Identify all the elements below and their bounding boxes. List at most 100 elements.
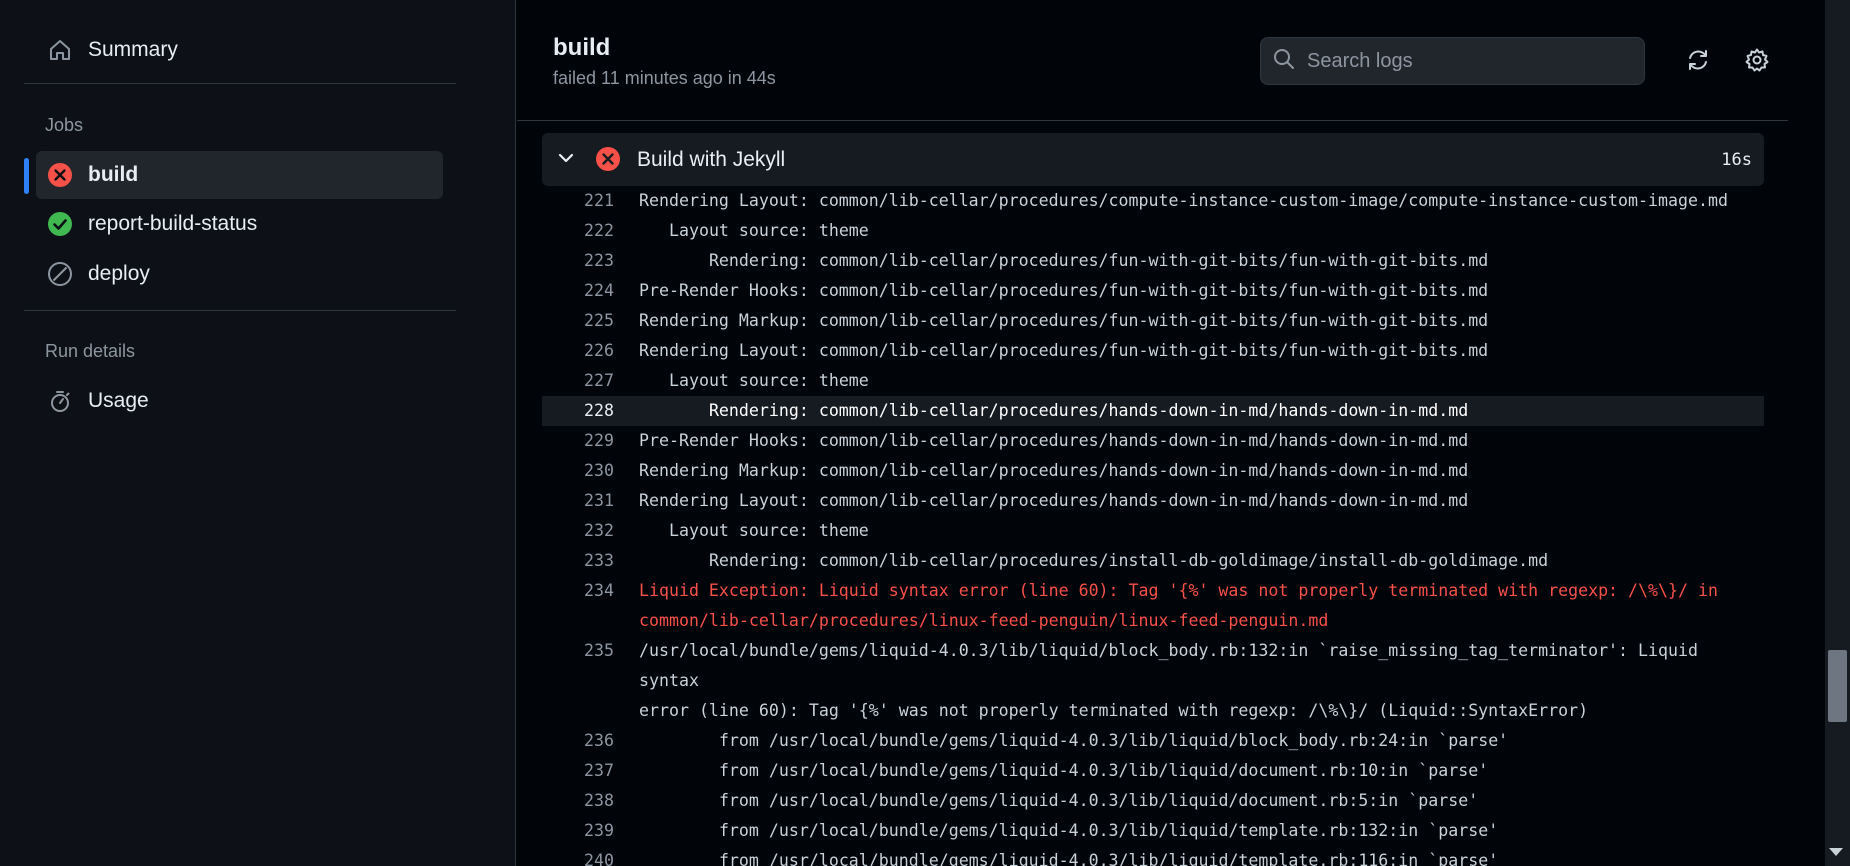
scrollbar-thumb[interactable] xyxy=(1828,650,1847,722)
home-icon xyxy=(46,36,74,64)
scrollbar-track[interactable] xyxy=(1825,0,1850,866)
log-line[interactable]: 240 from /usr/local/bundle/gems/liquid-4… xyxy=(542,846,1764,866)
log-line-number[interactable]: 223 xyxy=(542,246,614,276)
success-check-icon xyxy=(46,210,74,238)
header-divider xyxy=(517,120,1788,121)
log-line-text: from /usr/local/bundle/gems/liquid-4.0.3… xyxy=(639,821,1499,840)
log-line-number[interactable]: 236 xyxy=(542,726,614,756)
sidebar-item-label: Usage xyxy=(88,389,149,412)
log-line-number[interactable]: 225 xyxy=(542,306,614,336)
stopwatch-icon xyxy=(46,387,74,415)
log-line-number[interactable]: 230 xyxy=(542,456,614,486)
log-line-text: Rendering Markup: common/lib-cellar/proc… xyxy=(639,461,1469,480)
sidebar-item-report-build-status[interactable]: report-build-status xyxy=(36,200,443,248)
log-line-text: Rendering: common/lib-cellar/procedures/… xyxy=(639,251,1489,270)
log-line-text: Rendering Markup: common/lib-cellar/proc… xyxy=(639,311,1489,330)
log-line[interactable]: 237 from /usr/local/bundle/gems/liquid-4… xyxy=(542,756,1764,786)
log-line[interactable]: 230 Rendering Markup: common/lib-cellar/p… xyxy=(542,456,1764,486)
sidebar: Summary Jobs build report-build-status d… xyxy=(0,0,516,866)
sidebar-item-build[interactable]: build xyxy=(36,151,443,199)
log-line[interactable]: 221 Rendering Layout: common/lib-cellar/p… xyxy=(542,186,1764,216)
page-scrollbar[interactable] xyxy=(1789,0,1850,866)
step-duration: 16s xyxy=(1721,149,1752,170)
search-logs-box[interactable] xyxy=(1260,37,1645,85)
log-line-text: /usr/local/bundle/gems/liquid-4.0.3/lib/… xyxy=(639,641,1698,720)
log-line[interactable]: 239 from /usr/local/bundle/gems/liquid-4… xyxy=(542,816,1764,846)
active-indicator xyxy=(24,158,29,194)
log-line[interactable]: 224 Pre-Render Hooks: common/lib-cellar/p… xyxy=(542,276,1764,306)
log-line-number[interactable]: 237 xyxy=(542,756,614,786)
log-line-text: from /usr/local/bundle/gems/liquid-4.0.3… xyxy=(639,731,1509,750)
failed-x-icon xyxy=(46,161,74,189)
scroll-down-arrow-icon[interactable] xyxy=(1829,848,1843,856)
log-line-text: from /usr/local/bundle/gems/liquid-4.0.3… xyxy=(639,791,1479,810)
log-line-number[interactable]: 238 xyxy=(542,786,614,816)
search-logs-input[interactable] xyxy=(1305,48,1629,74)
log-line[interactable]: 238 from /usr/local/bundle/gems/liquid-4… xyxy=(542,786,1764,816)
job-log-panel: build failed 11 minutes ago in 44s Build… xyxy=(517,0,1788,866)
step-header-build-with-jekyll[interactable]: Build with Jekyll 16s xyxy=(542,133,1764,186)
log-line-number[interactable]: 232 xyxy=(542,516,614,546)
log-line-text: Liquid Exception: Liquid syntax error (l… xyxy=(639,581,1718,630)
run-details-heading: Run details xyxy=(45,341,136,361)
log-line-text: Rendering Layout: common/lib-cellar/proc… xyxy=(639,191,1728,210)
log-line-text: Layout source: theme xyxy=(639,521,869,540)
log-line-text: Rendering Layout: common/lib-cellar/proc… xyxy=(639,491,1469,510)
log-line-number[interactable]: 226 xyxy=(542,336,614,366)
sidebar-item-summary[interactable]: Summary xyxy=(36,26,443,74)
sidebar-item-label: deploy xyxy=(88,262,150,285)
refresh-icon xyxy=(1685,47,1711,78)
log-line[interactable]: 222 Layout source: theme xyxy=(542,216,1764,246)
log-line-text: Pre-Render Hooks: common/lib-cellar/proc… xyxy=(639,431,1469,450)
log-line-text: from /usr/local/bundle/gems/liquid-4.0.3… xyxy=(639,761,1489,780)
log-line-number[interactable]: 221 xyxy=(542,186,614,216)
sidebar-item-label: report-build-status xyxy=(88,212,258,235)
skipped-icon xyxy=(46,260,74,288)
sidebar-divider xyxy=(24,310,456,311)
log-line[interactable]: 229 Pre-Render Hooks: common/lib-cellar/p… xyxy=(542,426,1764,456)
sidebar-item-deploy[interactable]: deploy xyxy=(36,250,443,298)
log-line-number[interactable]: 222 xyxy=(542,216,614,246)
log-line-text: Rendering Layout: common/lib-cellar/proc… xyxy=(639,341,1489,360)
chevron-down-icon[interactable] xyxy=(556,148,576,173)
log-rows: 221 Rendering Layout: common/lib-cellar/p… xyxy=(542,186,1764,866)
log-line-number[interactable]: 229 xyxy=(542,426,614,456)
log-line[interactable]: 228 Rendering: common/lib-cellar/procedu… xyxy=(542,396,1764,426)
sidebar-item-label: build xyxy=(88,163,139,186)
failed-x-icon xyxy=(595,146,621,177)
log-line-number[interactable]: 224 xyxy=(542,276,614,306)
log-line-number[interactable]: 235 xyxy=(542,636,614,726)
log-line-number[interactable]: 239 xyxy=(542,816,614,846)
log-line[interactable]: 233 Rendering: common/lib-cellar/procedu… xyxy=(542,546,1764,576)
log-line-number[interactable]: 227 xyxy=(542,366,614,396)
log-output: 221 Rendering Layout: common/lib-cellar/p… xyxy=(542,186,1764,866)
log-line-text: Pre-Render Hooks: common/lib-cellar/proc… xyxy=(639,281,1489,300)
job-title: build xyxy=(553,34,611,61)
sidebar-divider xyxy=(24,83,456,84)
log-line-text: Rendering: common/lib-cellar/procedures/… xyxy=(639,401,1469,420)
log-line-number[interactable]: 231 xyxy=(542,486,614,516)
log-line[interactable]: 236 from /usr/local/bundle/gems/liquid-4… xyxy=(542,726,1764,756)
log-line[interactable]: 227 Layout source: theme xyxy=(542,366,1764,396)
refresh-button[interactable] xyxy=(1680,44,1716,80)
log-line-number[interactable]: 228 xyxy=(542,396,614,426)
job-status-text: failed 11 minutes ago in 44s xyxy=(553,68,776,88)
log-line-text: Rendering: common/lib-cellar/procedures/… xyxy=(639,551,1549,570)
log-line[interactable]: 231 Rendering Layout: common/lib-cellar/p… xyxy=(542,486,1764,516)
log-line-number[interactable]: 240 xyxy=(542,846,614,866)
log-line[interactable]: 225 Rendering Markup: common/lib-cellar/p… xyxy=(542,306,1764,336)
log-line-number[interactable]: 233 xyxy=(542,546,614,576)
log-line[interactable]: 235/usr/local/bundle/gems/liquid-4.0.3/l… xyxy=(542,636,1764,726)
log-line-number[interactable]: 234 xyxy=(542,576,614,636)
log-line[interactable]: 223 Rendering: common/lib-cellar/procedu… xyxy=(542,246,1764,276)
step-name: Build with Jekyll xyxy=(637,147,786,171)
log-line-text: from /usr/local/bundle/gems/liquid-4.0.3… xyxy=(639,851,1499,866)
jobs-heading: Jobs xyxy=(45,115,84,135)
sidebar-item-usage[interactable]: Usage xyxy=(36,377,443,425)
gear-icon xyxy=(1744,47,1770,78)
log-line[interactable]: 226 Rendering Layout: common/lib-cellar/p… xyxy=(542,336,1764,366)
settings-button[interactable] xyxy=(1739,44,1775,80)
log-line[interactable]: 234 Liquid Exception: Liquid syntax error… xyxy=(542,576,1764,636)
log-line[interactable]: 232 Layout source: theme xyxy=(542,516,1764,546)
log-line-text: Layout source: theme xyxy=(639,371,869,390)
